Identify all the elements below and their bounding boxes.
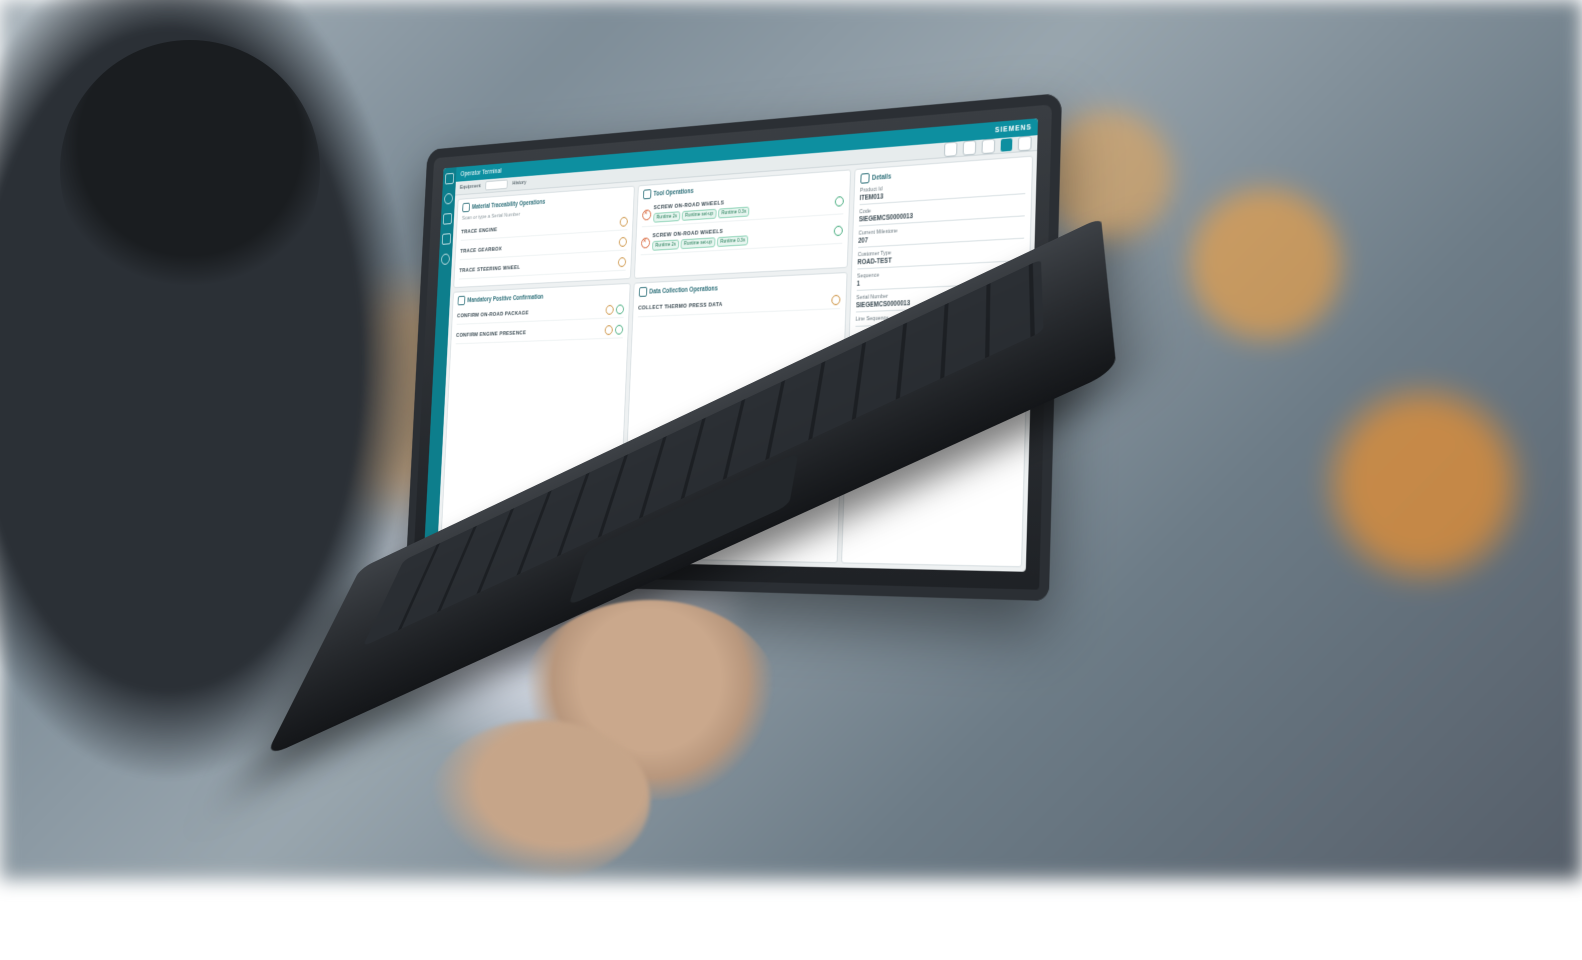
left-nav-rail[interactable] [424,167,457,558]
tag: Runtime 0.3s [718,207,750,219]
toolbar-icon[interactable] [981,139,995,155]
warning-icon [641,237,650,248]
toolbar-primary-icon[interactable] [1001,138,1013,151]
equipment-field[interactable] [485,179,508,190]
brand: SIEMENS [995,123,1032,133]
user-icon[interactable] [1018,136,1032,152]
tag: Runtime set-up [682,209,717,221]
toolbar-icon[interactable] [944,142,957,158]
panel-title: Material Traceability Operations [462,191,629,213]
confirm-row[interactable]: CONFIRM ENGINE PRESENCE [456,322,624,344]
nav-icon[interactable] [442,233,451,245]
panel-hint: Scan or type a Serial Number [462,204,629,221]
panel-material-traceability: Material Traceability Operations Scan or… [453,186,634,288]
row-label: TRACE STEERING WHEEL [459,265,520,274]
app-title: Operator Terminal [460,168,501,178]
tag: Runtime 0.3s [717,235,749,247]
trace-row[interactable]: TRACE STEERING WHEEL [459,254,626,279]
trace-row[interactable]: TRACE GEARBOX [460,234,627,260]
trace-row[interactable]: TRACE ENGINE [461,214,628,241]
history-label: History [512,180,526,187]
wrist [430,720,650,880]
row-label: SCREW ON-ROAD WHEELS [653,199,750,212]
nav-icon[interactable] [445,173,454,185]
panel-tool-operations: Tool Operations SCREW ON-ROAD WHEELS Run… [634,169,851,279]
row-label: TRACE ENGINE [461,227,497,235]
warning-icon [642,209,651,220]
confirm-row[interactable]: CONFIRM ON-ROAD PACKAGE [457,302,624,325]
toolbar-icon[interactable] [963,140,977,156]
nav-icon[interactable] [444,193,453,205]
row-label: CONFIRM ON-ROAD PACKAGE [457,311,529,320]
tag: Runtime 2s [652,239,679,250]
equipment-label: Equipment [460,183,481,190]
row-label: COLLECT THERMO PRESS DATA [638,302,723,312]
row-label: TRACE GEARBOX [460,247,502,255]
tag: Runtime 2s [653,211,680,223]
tag: Runtime set-up [680,237,715,249]
panel-title: Mandatory Positive Confirmation [458,288,625,305]
row-label: CONFIRM ENGINE PRESENCE [456,330,526,338]
nav-icon[interactable] [443,213,452,225]
nav-icon[interactable] [441,253,450,265]
person-head [60,40,320,300]
